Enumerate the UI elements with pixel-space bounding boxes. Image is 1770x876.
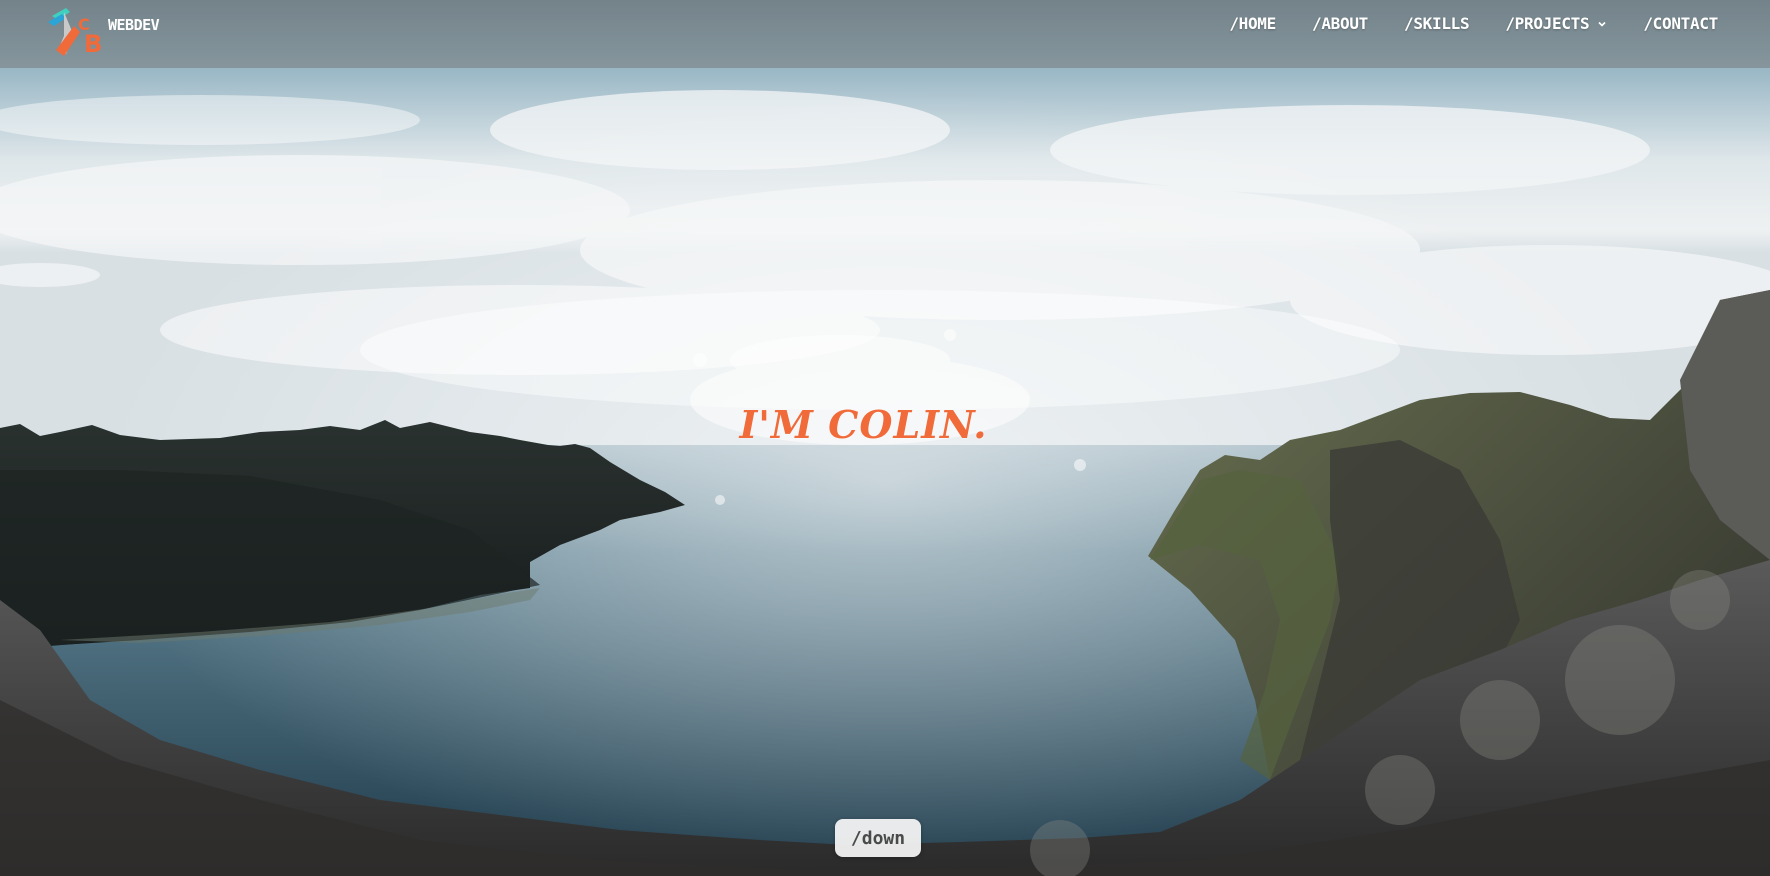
logo-letter-b: B	[84, 30, 102, 58]
hero-title: I'M COLIN.	[739, 402, 988, 447]
nav-about[interactable]: /ABOUT	[1312, 14, 1368, 33]
nav-links: /HOME /ABOUT /SKILLS /PROJECTS /CONTACT	[1193, 14, 1718, 33]
nav-contact[interactable]: /CONTACT	[1643, 14, 1718, 33]
page: C B WEBDEV /HOME /ABOUT /SKILLS /PROJECT…	[0, 0, 1770, 876]
nav-skills[interactable]: /SKILLS	[1404, 14, 1470, 33]
navbar: C B WEBDEV /HOME /ABOUT /SKILLS /PROJECT…	[0, 0, 1770, 68]
nav-home[interactable]: /HOME	[1229, 14, 1276, 33]
brand-logo[interactable]: C B WEBDEV	[44, 6, 160, 58]
scroll-down-button[interactable]: /down	[835, 819, 921, 857]
brand-name: WEBDEV	[108, 16, 160, 34]
chevron-down-icon	[1598, 21, 1606, 27]
nav-projects-label: /PROJECTS	[1505, 14, 1590, 33]
cb-logo-icon: C B	[48, 8, 102, 58]
nav-projects[interactable]: /PROJECTS	[1505, 14, 1607, 33]
